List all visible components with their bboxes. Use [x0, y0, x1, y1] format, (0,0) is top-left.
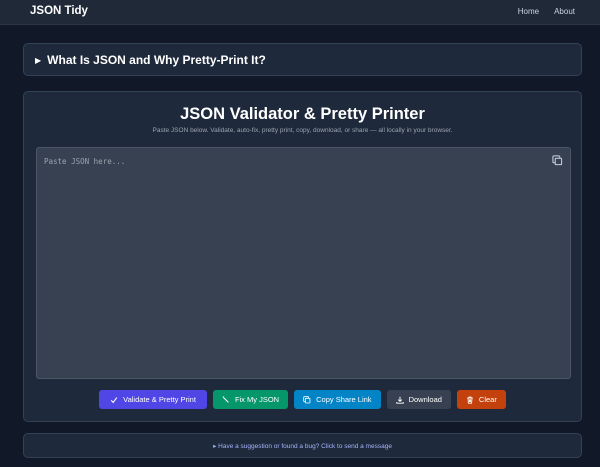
- top-navbar: JSON Tidy Home About: [0, 0, 600, 25]
- json-input[interactable]: [37, 148, 570, 378]
- validator-card: JSON Validator & Pretty Printer Paste JS…: [23, 91, 582, 422]
- share-button-label: Copy Share Link: [316, 395, 372, 404]
- page-title: JSON Validator & Pretty Printer: [180, 105, 425, 123]
- feedback-link[interactable]: ▸ Have a suggestion or found a bug? Clic…: [24, 442, 581, 450]
- wand-icon: [222, 395, 229, 403]
- json-editor: [36, 147, 571, 379]
- nav-link-home[interactable]: Home: [518, 7, 539, 16]
- faq-title: What Is JSON and Why Pretty-Print It?: [47, 53, 266, 67]
- faq-accordion[interactable]: ▶ What Is JSON and Why Pretty-Print It?: [23, 43, 582, 76]
- copy-icon: [303, 395, 311, 403]
- download-button[interactable]: Download: [386, 390, 451, 409]
- trash-icon: [467, 396, 473, 404]
- faq-header[interactable]: ▶ What Is JSON and Why Pretty-Print It?: [35, 53, 266, 67]
- nav-links: Home About: [518, 7, 575, 16]
- copy-icon[interactable]: [552, 155, 563, 166]
- download-button-label: Download: [408, 395, 442, 404]
- fix-json-button[interactable]: Fix My JSON: [212, 390, 289, 409]
- triangle-right-icon: ▶: [35, 55, 42, 65]
- download-icon: [395, 396, 404, 404]
- brand-logo[interactable]: JSON Tidy: [30, 5, 88, 17]
- feedback-banner[interactable]: ▸ Have a suggestion or found a bug? Clic…: [23, 433, 582, 458]
- fix-button-label: Fix My JSON: [234, 395, 280, 404]
- nav-link-about[interactable]: About: [554, 7, 575, 16]
- validate-pretty-print-button[interactable]: Validate & Pretty Print: [99, 390, 207, 409]
- validate-button-label: Validate & Pretty Print: [123, 395, 196, 404]
- action-buttons: Validate & Pretty Print Fix My JSON Copy…: [24, 390, 581, 409]
- clear-button[interactable]: Clear: [456, 390, 506, 409]
- clear-button-label: Clear: [478, 395, 497, 404]
- check-icon: [110, 396, 118, 403]
- page-subtitle: Paste JSON below. Validate, auto-fix, pr…: [152, 127, 453, 134]
- copy-share-link-button[interactable]: Copy Share Link: [294, 390, 381, 409]
